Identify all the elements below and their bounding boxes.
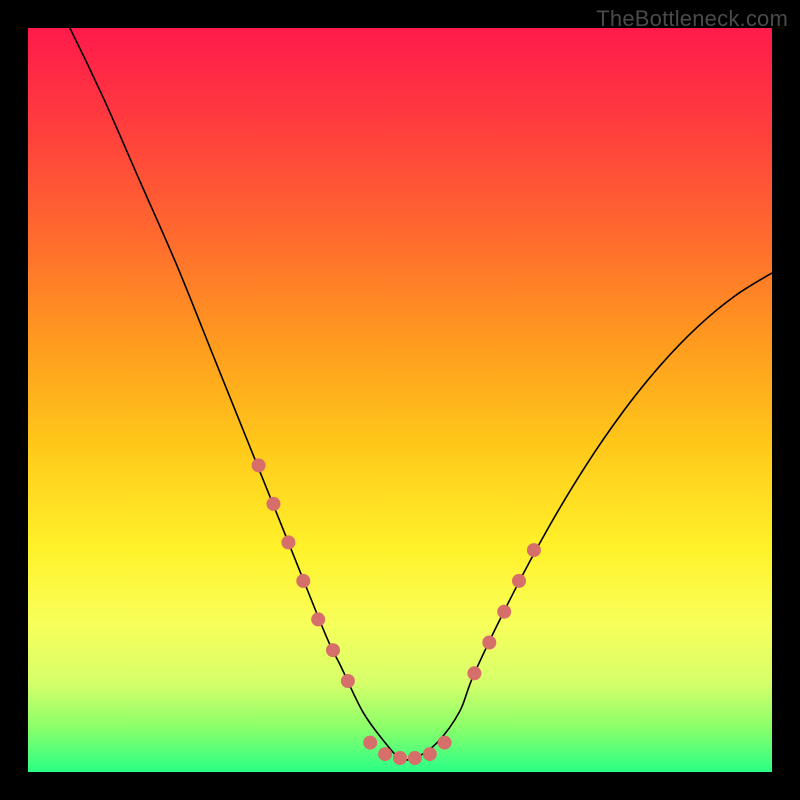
data-point	[252, 458, 266, 472]
watermark-text: TheBottleneck.com	[596, 6, 788, 32]
data-point	[311, 612, 325, 626]
data-point	[482, 636, 496, 650]
data-point	[527, 543, 541, 557]
data-point	[408, 751, 422, 765]
data-point	[326, 643, 340, 657]
data-point	[267, 497, 281, 511]
chart-frame: TheBottleneck.com	[0, 0, 800, 800]
data-point	[438, 736, 452, 750]
data-point	[363, 736, 377, 750]
data-point	[497, 605, 511, 619]
bottleneck-curve	[28, 28, 772, 760]
data-point	[393, 751, 407, 765]
data-point	[296, 574, 310, 588]
data-point	[467, 666, 481, 680]
data-point	[281, 535, 295, 549]
data-point	[512, 574, 526, 588]
data-point	[341, 674, 355, 688]
data-point	[378, 747, 392, 761]
data-point	[423, 747, 437, 761]
plot-area	[28, 28, 772, 772]
curve-layer	[28, 28, 772, 772]
data-points	[252, 458, 541, 765]
